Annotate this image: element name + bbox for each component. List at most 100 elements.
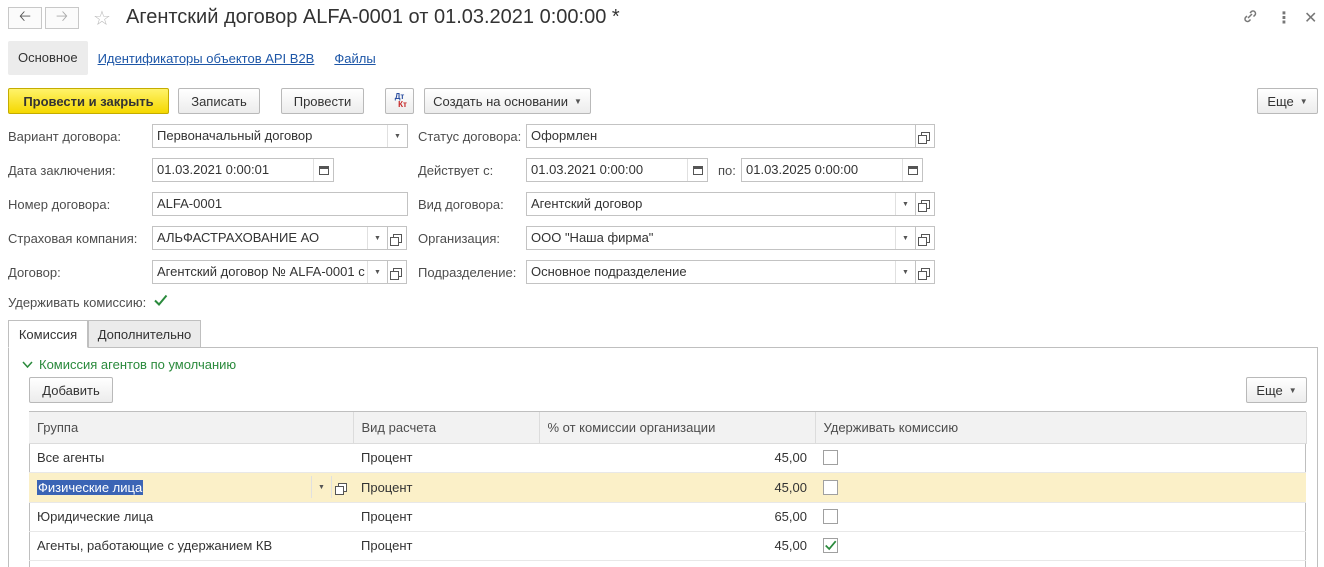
withhold-row-checkbox[interactable] [823, 538, 838, 553]
table-row[interactable]: Агенты, работающие с удержанием КВ Проце… [29, 531, 1306, 561]
back-button[interactable]: 🡠 [8, 7, 42, 29]
open-icon [389, 267, 402, 280]
chevron-down-icon [22, 357, 33, 372]
checkmark-icon [825, 540, 837, 551]
insurer-field[interactable]: АЛЬФАСТРАХОВАНИЕ АО ▼ [152, 226, 388, 250]
dropdown-arrow-icon[interactable]: ▼ [387, 125, 407, 147]
add-button[interactable]: Добавить [29, 377, 113, 403]
open-icon [917, 131, 930, 144]
status-open-button[interactable] [915, 124, 935, 148]
dropdown-arrow-icon[interactable]: ▼ [367, 261, 387, 283]
kind-label: Вид договора: [418, 197, 504, 212]
post-and-close-button[interactable]: Провести и закрыть [8, 88, 169, 114]
table-row[interactable]: Физические лица ▼ Процент 45,00 [29, 472, 1306, 503]
dept-field[interactable]: Основное подразделение ▼ [526, 260, 916, 284]
table-row[interactable]: Юридические лица Процент 65,00 [29, 502, 1306, 532]
top-nav: Основное Идентификаторы объектов API B2B… [8, 41, 386, 75]
group-cell-editor[interactable]: Физические лица ▼ [29, 472, 353, 503]
percent-cell[interactable]: 65,00 [539, 502, 815, 532]
group-cell[interactable]: Юридические лица [29, 502, 353, 532]
forward-arrow-icon: 🡢 [55, 7, 69, 25]
back-arrow-icon: 🡠 [18, 7, 32, 25]
date-field[interactable]: 01.03.2021 0:00:01 [152, 158, 334, 182]
link-icon[interactable] [1242, 8, 1258, 29]
calendar-icon[interactable] [687, 159, 707, 181]
post-button[interactable]: Провести [281, 88, 364, 114]
tab-commission[interactable]: Комиссия [8, 320, 88, 348]
org-field[interactable]: ООО "Наша фирма" ▼ [526, 226, 916, 250]
calendar-icon[interactable] [902, 159, 922, 181]
dropdown-arrow-icon[interactable]: ▼ [895, 193, 915, 215]
column-header[interactable]: Группа [29, 412, 354, 444]
dropdown-arrow-icon[interactable]: ▼ [367, 227, 387, 249]
insurer-open-button[interactable] [387, 226, 407, 250]
calc-cell[interactable]: Процент [353, 531, 539, 561]
group-title: Комиссия агентов по умолчанию [39, 357, 237, 372]
percent-cell[interactable]: 45,00 [539, 472, 815, 503]
valid-from-field[interactable]: 01.03.2021 0:00:00 [526, 158, 708, 182]
withhold-row-checkbox[interactable] [823, 509, 838, 524]
dept-open-button[interactable] [915, 260, 935, 284]
favorite-star-icon[interactable]: ☆ [93, 6, 111, 31]
dept-label: Подразделение: [418, 265, 517, 280]
group-cell[interactable]: Агенты, работающие с удержанием КВ [29, 531, 353, 561]
org-label: Организация: [418, 231, 501, 246]
number-label: Номер договора: [8, 197, 111, 212]
checkmark-icon [154, 294, 168, 306]
dropdown-arrow-icon[interactable]: ▼ [311, 476, 331, 498]
table-row[interactable]: Все агенты Процент 45,00 [29, 443, 1306, 473]
calc-cell[interactable]: Процент [353, 502, 539, 532]
more-vertical-icon[interactable]: ⋮ [1276, 8, 1292, 28]
column-header[interactable]: % от комиссии организации [539, 412, 816, 444]
group-cell-text[interactable]: Физические лица [37, 479, 144, 495]
valid-to-label: по: [718, 163, 736, 178]
create-based-on-button[interactable]: Создать на основании ▼ [424, 88, 591, 114]
calc-cell[interactable]: Процент [353, 443, 539, 473]
tab-api-identifiers[interactable]: Идентификаторы объектов API B2B [98, 51, 315, 66]
number-field[interactable]: ALFA-0001 [152, 192, 408, 216]
page-title: Агентский договор ALFA-0001 от 01.03.202… [126, 6, 620, 28]
kind-field[interactable]: Агентский договор ▼ [526, 192, 916, 216]
open-icon [389, 233, 402, 246]
forward-button[interactable]: 🡢 [45, 7, 79, 29]
tab-extra[interactable]: Дополнительно [88, 320, 201, 348]
table-more-button[interactable]: Еще ▼ [1246, 377, 1307, 403]
calc-cell[interactable]: Процент [353, 472, 539, 503]
percent-cell[interactable]: 45,00 [539, 531, 815, 561]
commission-group-header[interactable]: Комиссия агентов по умолчанию [22, 357, 236, 372]
open-icon [917, 199, 930, 212]
withhold-checkbox[interactable] [153, 293, 168, 308]
withhold-label: Удерживать комиссию: [8, 295, 147, 310]
group-cell[interactable]: Все агенты [29, 443, 353, 473]
status-label: Статус договора: [418, 129, 522, 144]
open-button[interactable] [331, 476, 353, 498]
dropdown-arrow-icon[interactable]: ▼ [895, 261, 915, 283]
open-icon [335, 482, 347, 495]
variant-field[interactable]: Первоначальный договор ▼ [152, 124, 408, 148]
status-field[interactable]: Оформлен [526, 124, 916, 148]
contract-open-button[interactable] [387, 260, 407, 284]
dropdown-arrow-icon[interactable]: ▼ [895, 227, 915, 249]
valid-to-field[interactable]: 01.03.2025 0:00:00 [741, 158, 923, 182]
tab-main[interactable]: Основное [8, 41, 88, 75]
date-label: Дата заключения: [8, 163, 116, 178]
contract-label: Договор: [8, 265, 61, 280]
withhold-row-checkbox[interactable] [823, 450, 838, 465]
valid-from-label: Действует с: [418, 163, 494, 178]
kind-open-button[interactable] [915, 192, 935, 216]
close-icon[interactable]: ✕ [1304, 8, 1317, 28]
tab-files[interactable]: Файлы [334, 51, 375, 66]
calendar-icon[interactable] [313, 159, 333, 181]
dtkt-button[interactable]: Дт Кт [385, 88, 414, 114]
variant-label: Вариант договора: [8, 129, 121, 144]
org-open-button[interactable] [915, 226, 935, 250]
commission-table: Группа Вид расчета % от комиссии организ… [29, 412, 1307, 561]
withhold-row-checkbox[interactable] [823, 479, 838, 495]
percent-cell[interactable]: 45,00 [539, 443, 815, 473]
save-button[interactable]: Записать [178, 88, 260, 114]
column-header[interactable]: Вид расчета [353, 412, 540, 444]
contract-field[interactable]: Агентский договор № ALFA-0001 с ▼ [152, 260, 388, 284]
more-button[interactable]: Еще ▼ [1257, 88, 1318, 114]
column-header[interactable]: Удерживать комиссию [815, 412, 1307, 444]
dropdown-caret-icon: ▼ [1288, 385, 1297, 395]
